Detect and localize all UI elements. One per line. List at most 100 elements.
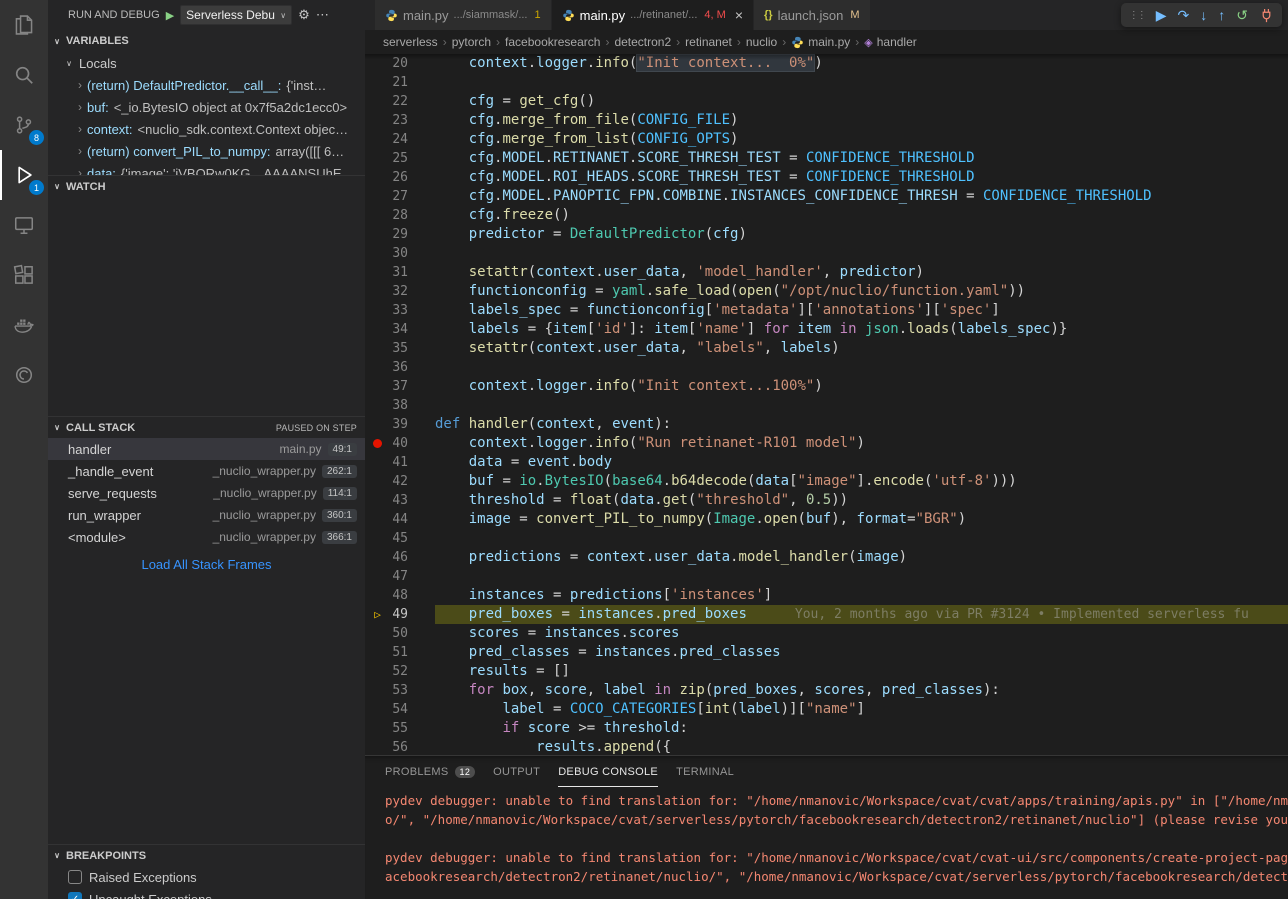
line-number[interactable]: 51: [390, 643, 408, 662]
gutter-glyph-margin[interactable]: [365, 529, 390, 548]
line-number[interactable]: 28: [390, 206, 408, 225]
restart-icon[interactable]: ↺: [1236, 8, 1248, 22]
gutter-glyph-margin[interactable]: [365, 377, 390, 396]
line-number[interactable]: 52: [390, 662, 408, 681]
breadcrumb-item-facebookresearch[interactable]: facebookresearch: [505, 35, 600, 49]
code-line[interactable]: 43 threshold = float(data.get("threshold…: [365, 491, 1288, 510]
line-number[interactable]: 45: [390, 529, 408, 548]
gutter-glyph-margin[interactable]: [365, 415, 390, 434]
line-number[interactable]: 40: [390, 434, 408, 453]
line-number[interactable]: 29: [390, 225, 408, 244]
gutter-glyph-margin[interactable]: [365, 453, 390, 472]
gutter-glyph-margin[interactable]: [365, 149, 390, 168]
breakpoint-item[interactable]: ✓Uncaught Exceptions: [48, 888, 365, 899]
line-number[interactable]: 46: [390, 548, 408, 567]
gear-icon[interactable]: ⚙: [298, 7, 310, 23]
code-line[interactable]: 28 cfg.freeze(): [365, 206, 1288, 225]
code-line[interactable]: 52 results = []: [365, 662, 1288, 681]
gutter-glyph-margin[interactable]: [365, 434, 390, 453]
code-line[interactable]: 35 setattr(context.user_data, "labels", …: [365, 339, 1288, 358]
code-line[interactable]: 47: [365, 567, 1288, 586]
continue-icon[interactable]: ▶: [1156, 8, 1167, 22]
line-number[interactable]: 44: [390, 510, 408, 529]
step-out-icon[interactable]: ↑: [1218, 8, 1225, 22]
code-line[interactable]: 23 cfg.merge_from_file(CONFIG_FILE): [365, 111, 1288, 130]
gutter-glyph-margin[interactable]: [365, 111, 390, 130]
checkbox[interactable]: [68, 870, 82, 884]
gutter-glyph-margin[interactable]: [365, 567, 390, 586]
variable-row[interactable]: ›(return) convert_PIL_to_numpy:array([[[…: [48, 140, 365, 162]
extensions-icon[interactable]: [0, 250, 48, 300]
code-line[interactable]: 20 context.logger.info("Init context... …: [365, 54, 1288, 73]
start-debugging-icon[interactable]: ▶: [166, 9, 174, 22]
panel-tab-output[interactable]: OUTPUT: [493, 756, 540, 787]
remote-explorer-icon[interactable]: [0, 200, 48, 250]
gutter-glyph-margin[interactable]: [365, 92, 390, 111]
line-number[interactable]: 32: [390, 282, 408, 301]
stack-frame[interactable]: serve_requests_nuclio_wrapper.py114:1: [48, 482, 365, 504]
gutter-glyph-margin[interactable]: [365, 73, 390, 92]
code-line[interactable]: 44 image = convert_PIL_to_numpy(Image.op…: [365, 510, 1288, 529]
line-number[interactable]: 49: [390, 605, 408, 624]
line-number[interactable]: 22: [390, 92, 408, 111]
gutter-glyph-margin[interactable]: [365, 643, 390, 662]
code-line[interactable]: 32 functionconfig = yaml.safe_load(open(…: [365, 282, 1288, 301]
scope-locals[interactable]: ∨ Locals: [48, 52, 365, 74]
gutter-glyph-margin[interactable]: [365, 472, 390, 491]
line-number[interactable]: 26: [390, 168, 408, 187]
gutter-glyph-margin[interactable]: [365, 662, 390, 681]
docker-icon[interactable]: [0, 300, 48, 350]
line-number[interactable]: 24: [390, 130, 408, 149]
line-number[interactable]: 39: [390, 415, 408, 434]
panel-tab-terminal[interactable]: TERMINAL: [676, 756, 734, 787]
breadcrumb-item-main-py[interactable]: main.py: [791, 35, 850, 49]
gutter-glyph-margin[interactable]: [365, 282, 390, 301]
line-number[interactable]: 47: [390, 567, 408, 586]
step-over-icon[interactable]: ↷: [1178, 8, 1190, 22]
code-line[interactable]: 55 if score >= threshold:: [365, 719, 1288, 738]
gutter-glyph-margin[interactable]: [365, 719, 390, 738]
line-number[interactable]: 33: [390, 301, 408, 320]
code-line[interactable]: 53 for box, score, label in zip(pred_box…: [365, 681, 1288, 700]
code-line[interactable]: ▷49 pred_boxes = instances.pred_boxesYou…: [365, 605, 1288, 624]
stack-frame[interactable]: <module>_nuclio_wrapper.py366:1: [48, 526, 365, 548]
line-number[interactable]: 35: [390, 339, 408, 358]
breadcrumb-item-serverless[interactable]: serverless: [383, 35, 438, 49]
editor-tab[interactable]: main.py.../retinanet/...4, M×: [552, 0, 754, 30]
stack-frame[interactable]: run_wrapper_nuclio_wrapper.py360:1: [48, 504, 365, 526]
breakpoint-icon[interactable]: [373, 439, 382, 448]
code-line[interactable]: 34 labels = {item['id']: item['name'] fo…: [365, 320, 1288, 339]
code-line[interactable]: 48 instances = predictions['instances']: [365, 586, 1288, 605]
code-line[interactable]: 40 context.logger.info("Run retinanet-R1…: [365, 434, 1288, 453]
code-line[interactable]: 45: [365, 529, 1288, 548]
line-number[interactable]: 23: [390, 111, 408, 130]
code-line[interactable]: 39def handler(context, event):: [365, 415, 1288, 434]
run-debug-icon[interactable]: 1: [0, 150, 48, 200]
gutter-glyph-margin[interactable]: [365, 681, 390, 700]
code-line[interactable]: 27 cfg.MODEL.PANOPTIC_FPN.COMBINE.INSTAN…: [365, 187, 1288, 206]
line-number[interactable]: 25: [390, 149, 408, 168]
variables-header[interactable]: ∨ VARIABLES: [48, 30, 365, 52]
gutter-glyph-margin[interactable]: [365, 54, 390, 73]
gutter-glyph-margin[interactable]: [365, 358, 390, 377]
line-number[interactable]: 30: [390, 244, 408, 263]
code-line[interactable]: 37 context.logger.info("Init context...1…: [365, 377, 1288, 396]
debug-config-select[interactable]: Serverless Debu ∨: [180, 5, 292, 25]
gutter-glyph-margin[interactable]: [365, 301, 390, 320]
debug-console-output[interactable]: pydev debugger: unable to find translati…: [365, 787, 1288, 899]
call-stack-header[interactable]: ∨ CALL STACK PAUSED ON STEP: [48, 416, 365, 438]
code-line[interactable]: 21: [365, 73, 1288, 92]
more-actions-icon[interactable]: ⋯: [316, 7, 329, 23]
gutter-glyph-margin[interactable]: [365, 510, 390, 529]
source-control-icon[interactable]: 8: [0, 100, 48, 150]
line-number[interactable]: 27: [390, 187, 408, 206]
watch-header[interactable]: ∨ WATCH: [48, 175, 365, 197]
code-line[interactable]: 30: [365, 244, 1288, 263]
gutter-glyph-margin[interactable]: [365, 206, 390, 225]
code-line[interactable]: 51 pred_classes = instances.pred_classes: [365, 643, 1288, 662]
gutter-glyph-margin[interactable]: [365, 339, 390, 358]
line-number[interactable]: 38: [390, 396, 408, 415]
code-line[interactable]: 36: [365, 358, 1288, 377]
code-line[interactable]: 50 scores = instances.scores: [365, 624, 1288, 643]
gutter-glyph-margin[interactable]: [365, 244, 390, 263]
